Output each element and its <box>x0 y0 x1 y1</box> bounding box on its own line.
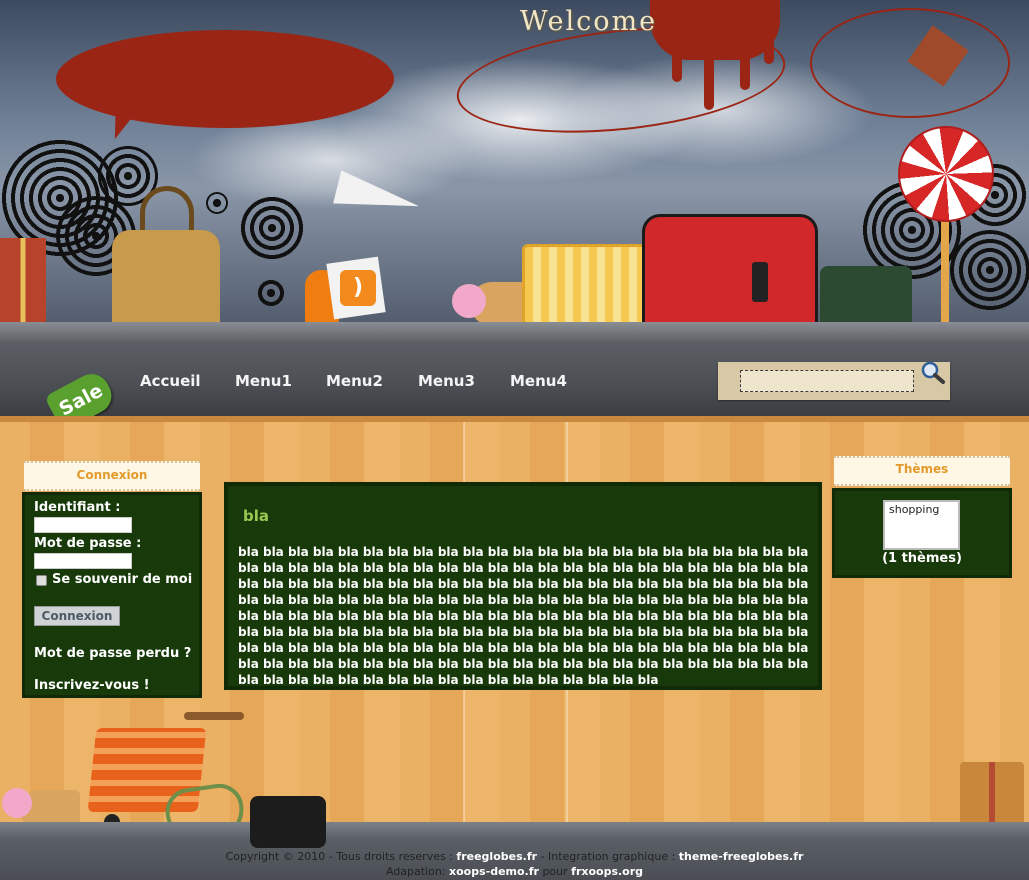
footer-text: Adapation: <box>385 865 449 878</box>
freeglobes-link[interactable]: freeglobes.fr <box>456 850 537 863</box>
gift-box-image <box>960 762 1024 828</box>
wallet-image <box>250 796 326 848</box>
drip <box>672 40 682 82</box>
search-input[interactable] <box>740 370 914 392</box>
circles-decoration <box>950 230 1029 310</box>
welcome-text: Welcome <box>520 6 658 37</box>
shelf-top <box>0 322 1029 342</box>
ice-cream-scoop <box>452 284 486 318</box>
nav-item-menu4[interactable]: Menu4 <box>510 372 567 390</box>
drip <box>764 40 774 64</box>
nav-item-menu1[interactable]: Menu1 <box>235 372 292 390</box>
footer-copyright: Copyright © 2010 - Tous droits reserves … <box>0 850 1029 863</box>
nav-item-menu3[interactable]: Menu3 <box>418 372 475 390</box>
footer-text: - Integration graphique : <box>537 850 679 863</box>
drip <box>704 40 714 110</box>
frxoops-link[interactable]: frxoops.org <box>571 865 643 878</box>
rss-icon: ) <box>340 270 376 306</box>
circles-decoration <box>240 196 304 260</box>
theme-freeglobes-link[interactable]: theme-freeglobes.fr <box>679 850 804 863</box>
nav-item-menu2[interactable]: Menu2 <box>326 372 383 390</box>
circles-decoration <box>254 276 288 310</box>
footer-adaptation: Adapation: xoops-demo.fr pour frxoops.or… <box>0 865 1029 878</box>
login-block-title: Connexion <box>24 461 200 491</box>
content-title: bla <box>243 507 270 525</box>
drip <box>740 40 750 90</box>
remember-me-checkbox[interactable] <box>36 575 47 586</box>
remember-me-label: Se souvenir de moi <box>52 572 193 587</box>
lollipop-image <box>898 126 994 222</box>
password-label: Mot de passe : <box>34 536 142 551</box>
themes-count: (1 thèmes) <box>882 551 962 566</box>
circles-decoration <box>206 192 228 214</box>
bag-strap <box>752 262 768 302</box>
lost-password-link[interactable]: Mot de passe perdu ? <box>34 646 191 661</box>
ice-cream-scoop <box>2 788 32 818</box>
themes-select[interactable]: shopping <box>883 500 960 550</box>
themes-block-title: Thèmes <box>834 456 1010 486</box>
header-banner: Welcome ) <box>0 0 1029 342</box>
content-body: bla bla bla bla bla bla bla bla bla bla … <box>238 545 809 687</box>
lollipop-stick <box>941 220 949 332</box>
register-link[interactable]: Inscrivez-vous ! <box>34 678 150 693</box>
xoops-demo-link[interactable]: xoops-demo.fr <box>449 865 539 878</box>
footer-text: pour <box>538 865 572 878</box>
login-button[interactable]: Connexion <box>34 606 120 626</box>
speech-bubble-decoration <box>56 30 394 128</box>
nav-item-accueil[interactable]: Accueil <box>140 372 201 390</box>
username-field[interactable] <box>34 517 132 533</box>
search-icon[interactable] <box>920 360 946 386</box>
paint-drip-decoration <box>650 0 780 60</box>
password-field[interactable] <box>34 553 132 569</box>
footer-text: Copyright © 2010 - Tous droits reserves … <box>225 850 457 863</box>
cart-handle <box>184 712 244 720</box>
username-label: Identifiant : <box>34 500 121 515</box>
wood-trim <box>0 416 1029 422</box>
paper-plane-image <box>333 170 423 224</box>
